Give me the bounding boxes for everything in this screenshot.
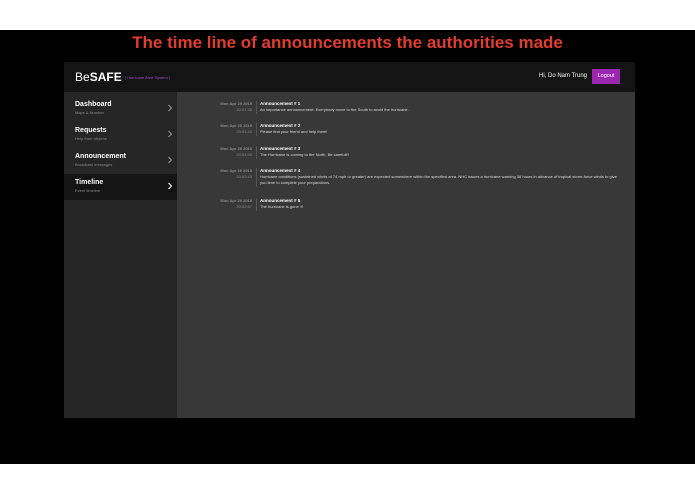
- timeline-divider: [256, 101, 257, 114]
- brand-tagline: [ Hurricane Alert System ]: [124, 75, 171, 81]
- top-navbar: BeSAFE[ Hurricane Alert System ] Hi, Do …: [64, 62, 635, 92]
- timeline-divider: [256, 146, 257, 159]
- chevron-right-icon: [168, 156, 173, 164]
- chevron-right-icon: [168, 182, 173, 190]
- brand-name-light: Be: [75, 70, 90, 84]
- slide-headline: The time line of announcements the autho…: [132, 33, 563, 52]
- sidebar-item-title: Timeline: [75, 179, 104, 186]
- app-window: BeSAFE[ Hurricane Alert System ] Hi, Do …: [64, 62, 635, 418]
- logout-button[interactable]: Logout: [592, 69, 620, 84]
- timeline-divider: [256, 198, 257, 211]
- entry-body: The hurricane is gone !!!: [260, 204, 304, 209]
- entry-time: 20:01:30: [236, 107, 252, 112]
- sidebar-item-dashboard[interactable]: Dashboard Maps & Number: [64, 96, 177, 122]
- timeline-divider: [256, 123, 257, 136]
- brand-logo[interactable]: BeSAFE[ Hurricane Alert System ]: [75, 70, 170, 84]
- chevron-right-icon: [168, 130, 173, 138]
- chevron-right-icon: [168, 104, 173, 112]
- sidebar: Dashboard Maps & Number Requests Help fr…: [64, 92, 177, 418]
- sidebar-item-subtitle: Help from citizens: [75, 136, 107, 141]
- entry-time: 20:01:55: [236, 152, 252, 157]
- sidebar-item-timeline[interactable]: Timeline Event timeline: [64, 174, 177, 200]
- sidebar-item-subtitle: Maps & Number: [75, 110, 104, 115]
- entry-body: Hurricane conditions (sustained winds of…: [260, 174, 617, 185]
- timeline-divider: [256, 168, 257, 187]
- sidebar-item-announcement[interactable]: Announcement Broadcast messages: [64, 148, 177, 174]
- entry-body: An importance announcement: Everybody mo…: [260, 107, 409, 112]
- entry-time: 20:02:43: [236, 174, 252, 179]
- sidebar-item-title: Requests: [75, 127, 107, 134]
- sidebar-item-subtitle: Broadcast messages: [75, 162, 113, 167]
- entry-body: The Hurricane is coming to the North, Be…: [260, 152, 349, 157]
- entry-body: Please find your friend and help them!: [260, 129, 328, 134]
- brand-name-bold: SAFE: [89, 70, 122, 84]
- sidebar-item-requests[interactable]: Requests Help from citizens: [64, 122, 177, 148]
- sidebar-item-title: Announcement: [75, 153, 126, 160]
- sidebar-item-title: Dashboard: [75, 101, 112, 108]
- timeline-panel: Mon Apr 29 2019 20:01:30 Announcement # …: [177, 92, 635, 418]
- entry-time: 20:01:42: [236, 129, 252, 134]
- entry-time: 20:02:57: [236, 204, 252, 209]
- sidebar-item-subtitle: Event timeline: [75, 188, 101, 193]
- user-greeting: Hi, Do Nam Trung: [538, 73, 587, 79]
